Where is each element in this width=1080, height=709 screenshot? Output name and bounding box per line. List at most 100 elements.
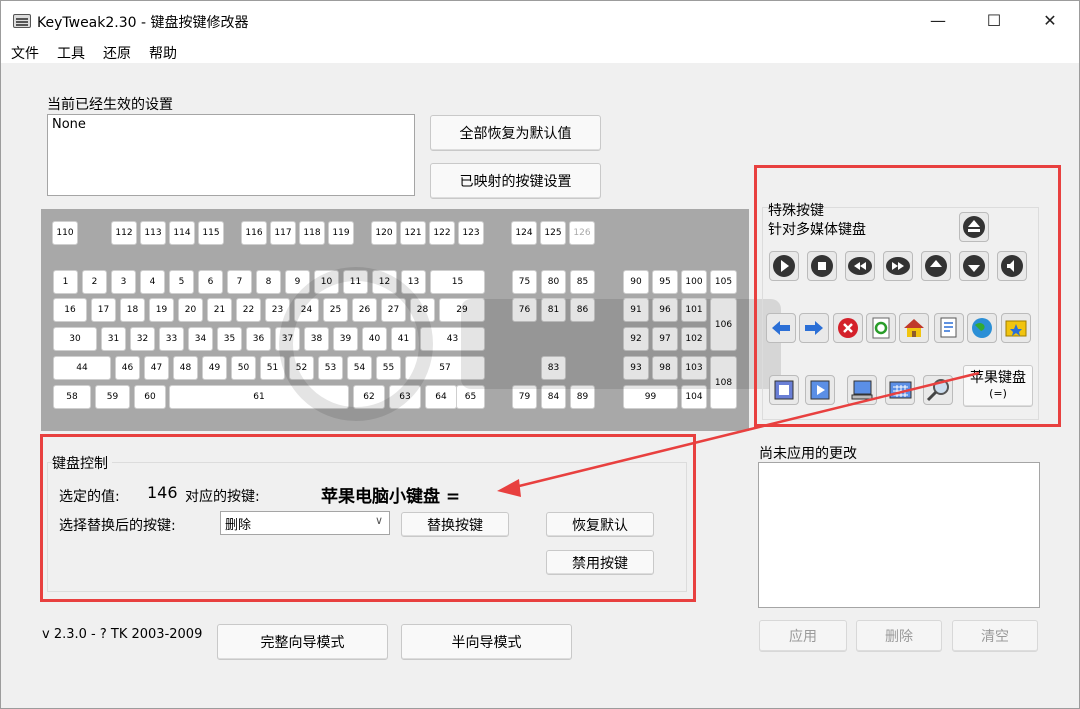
replace-key-select[interactable]: 删除 ∨ [220, 511, 390, 535]
restore-all-button[interactable]: 全部恢复为默认值 [430, 115, 601, 151]
keyboard-key[interactable]: 58 [53, 385, 91, 409]
keyboard-key[interactable]: 90 [623, 270, 649, 294]
keyboard-key[interactable]: 21 [207, 298, 232, 322]
keyboard-key[interactable]: 40 [362, 327, 387, 351]
menu-restore[interactable]: 还原 [103, 43, 131, 63]
keyboard-key[interactable]: 101 [681, 298, 707, 322]
keyboard-key[interactable]: 47 [144, 356, 169, 380]
keyboard-key[interactable]: 4 [140, 270, 165, 294]
web-globe-button[interactable] [967, 313, 997, 343]
keyboard-key[interactable]: 36 [246, 327, 271, 351]
rewind-button[interactable] [845, 251, 875, 281]
keyboard-key[interactable]: 7 [227, 270, 252, 294]
keyboard-key[interactable]: 64 [425, 385, 457, 409]
keyboard-key[interactable]: 27 [381, 298, 406, 322]
keyboard-key[interactable]: 125 [540, 221, 566, 245]
keyboard-key[interactable]: 54 [347, 356, 372, 380]
clear-button[interactable]: 清空 [952, 620, 1038, 652]
delete-button[interactable]: 删除 [856, 620, 942, 652]
keyboard-key[interactable]: 2 [82, 270, 107, 294]
keyboard-key[interactable]: 43 [420, 327, 485, 351]
keyboard-key[interactable]: 28 [410, 298, 435, 322]
refresh-button[interactable] [866, 313, 896, 343]
apply-button[interactable]: 应用 [759, 620, 847, 652]
keyboard-key[interactable]: 13 [401, 270, 426, 294]
forward-arrow-button[interactable] [799, 313, 829, 343]
keyboard-key[interactable]: 85 [570, 270, 595, 294]
keyboard-key[interactable]: 35 [217, 327, 242, 351]
keyboard-key[interactable]: 12 [372, 270, 397, 294]
play-button[interactable] [769, 251, 799, 281]
keyboard-key[interactable]: 1 [53, 270, 78, 294]
keyboard-key[interactable]: 18 [120, 298, 145, 322]
keyboard-key[interactable]: 114 [169, 221, 195, 245]
keyboard-key[interactable]: 119 [328, 221, 354, 245]
stop-button[interactable] [807, 251, 837, 281]
keyboard-key[interactable]: 61 [169, 385, 349, 409]
keyboard-key[interactable]: 122 [429, 221, 455, 245]
restore-default-button[interactable]: 恢复默认 [546, 512, 654, 537]
keyboard-key[interactable]: 33 [159, 327, 184, 351]
keyboard-key[interactable]: 53 [318, 356, 343, 380]
keyboard-key[interactable]: 81 [541, 298, 566, 322]
keyboard-key[interactable]: 121 [400, 221, 426, 245]
keyboard-key[interactable]: 100 [681, 270, 707, 294]
keyboard-key[interactable]: 116 [241, 221, 267, 245]
keyboard-key[interactable]: 96 [652, 298, 678, 322]
stop-red-button[interactable] [833, 313, 863, 343]
keyboard-key[interactable]: 52 [289, 356, 314, 380]
keyboard-key[interactable]: 19 [149, 298, 174, 322]
keyboard-key[interactable]: 106 [710, 298, 737, 351]
volume-up-button[interactable] [921, 251, 951, 281]
keyboard-key[interactable]: 44 [53, 356, 111, 380]
keyboard-key[interactable]: 110 [52, 221, 78, 245]
keyboard-key[interactable]: 11 [343, 270, 368, 294]
keyboard-key[interactable]: 80 [541, 270, 566, 294]
keyboard-key[interactable]: 55 [376, 356, 401, 380]
keyboard-key[interactable]: 49 [202, 356, 227, 380]
keyboard-key[interactable]: 117 [270, 221, 296, 245]
keyboard-key[interactable]: 30 [53, 327, 97, 351]
keyboard-key[interactable]: 22 [236, 298, 261, 322]
keyboard-key[interactable]: 15 [430, 270, 485, 294]
keyboard-key[interactable]: 38 [304, 327, 329, 351]
keyboard-key[interactable]: 20 [178, 298, 203, 322]
replace-key-button[interactable]: 替换按键 [401, 512, 509, 537]
keyboard-key[interactable]: 118 [299, 221, 325, 245]
keyboard-key[interactable]: 62 [353, 385, 385, 409]
keyboard-key[interactable]: 39 [333, 327, 358, 351]
current-settings-box[interactable]: None [47, 114, 415, 196]
keyboard-key[interactable]: 41 [391, 327, 416, 351]
minimize-button[interactable]: — [917, 7, 959, 35]
mapped-keys-button[interactable]: 已映射的按键设置 [430, 163, 601, 199]
keyboard-key[interactable]: 32 [130, 327, 155, 351]
keyboard-key[interactable]: 34 [188, 327, 213, 351]
keyboard-key[interactable]: 50 [231, 356, 256, 380]
keyboard-key[interactable]: 8 [256, 270, 281, 294]
keyboard-key[interactable]: 23 [265, 298, 290, 322]
keyboard-key[interactable]: 29 [439, 298, 485, 322]
close-button[interactable]: ✕ [1029, 7, 1071, 35]
back-arrow-button[interactable] [766, 313, 796, 343]
fast-forward-button[interactable] [883, 251, 913, 281]
keyboard-key[interactable]: 48 [173, 356, 198, 380]
keyboard-key[interactable]: 31 [101, 327, 126, 351]
keyboard-key[interactable]: 95 [652, 270, 678, 294]
keyboard-key[interactable]: 46 [115, 356, 140, 380]
mute-button[interactable] [997, 251, 1027, 281]
menu-file[interactable]: 文件 [11, 43, 39, 63]
full-wizard-button[interactable]: 完整向导模式 [217, 624, 388, 660]
keyboard-key[interactable]: 65 [456, 385, 485, 409]
eject-button[interactable] [959, 212, 989, 242]
keyboard-key[interactable]: 105 [710, 270, 737, 294]
keyboard-key[interactable]: 26 [352, 298, 377, 322]
maximize-button[interactable]: ☐ [973, 7, 1015, 35]
volume-down-button[interactable] [959, 251, 989, 281]
keyboard-key[interactable]: 113 [140, 221, 166, 245]
keyboard-key[interactable]: 51 [260, 356, 285, 380]
keyboard-key[interactable]: 16 [53, 298, 87, 322]
favorites-button[interactable] [1001, 313, 1031, 343]
keyboard-key[interactable]: 97 [652, 327, 678, 351]
keyboard-key[interactable]: 123 [458, 221, 484, 245]
keyboard-key[interactable]: 57 [405, 356, 485, 380]
